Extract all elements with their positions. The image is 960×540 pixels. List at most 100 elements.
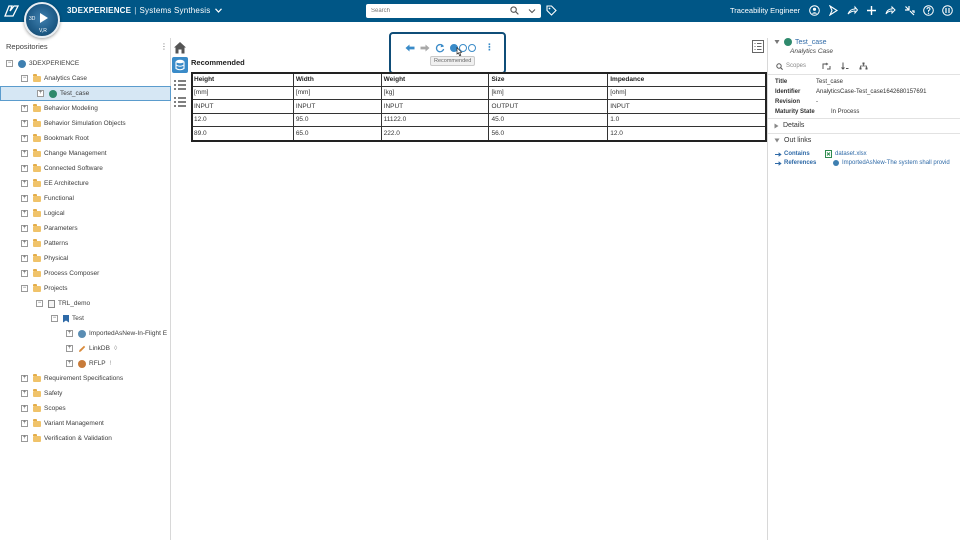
tree-item[interactable]: + EE Architecture [0,176,171,191]
tree-item[interactable]: + RFLP! [0,356,171,371]
chevron-down-icon[interactable] [528,7,536,15]
expand-icon[interactable]: + [66,330,73,337]
table-cell[interactable]: 12.0 [191,112,294,127]
table-cell[interactable]: OUTPUT [488,99,609,114]
refresh-icon[interactable] [435,43,445,53]
relations-icon[interactable] [822,62,831,70]
help-icon[interactable] [922,4,935,17]
tree-item[interactable]: + Behavior Simulation Objects [0,116,171,131]
table-cell[interactable]: [kg] [380,85,490,100]
expand-icon[interactable]: + [21,165,28,172]
column-header[interactable]: Weight [380,72,490,87]
collapse-icon[interactable]: − [51,315,58,322]
forward-arrow-icon[interactable] [420,43,430,53]
collapse-triangle-icon[interactable] [774,39,780,45]
more-options-icon[interactable]: ⋮ [160,42,168,51]
tree-item[interactable]: + Verification & Validation [0,431,171,446]
property-value[interactable]: In Process [831,109,859,115]
expand-icon[interactable]: + [21,135,28,142]
tree-item[interactable]: + Behavior Modeling [0,101,171,116]
collapse-icon[interactable]: − [6,60,13,67]
tag-icon[interactable] [546,5,557,16]
table-cell[interactable]: 65.0 [292,126,382,141]
expand-icon[interactable]: + [21,270,28,277]
expand-icon[interactable]: + [21,405,28,412]
scopes-button[interactable]: Scopes [776,62,812,70]
expand-icon[interactable]: + [21,375,28,382]
table-cell[interactable]: 1.0 [607,112,767,127]
send-arrow-icon[interactable] [884,4,897,17]
table-cell[interactable]: [mm] [191,85,294,100]
tree-item[interactable]: + Change Management [0,146,171,161]
tree-item[interactable]: + Logical [0,206,171,221]
more-options-icon[interactable]: ⋮ [485,42,494,53]
object-title[interactable]: Test_case [795,39,827,46]
view-dot-3[interactable] [468,43,476,52]
tree-item[interactable]: + Process Composer [0,266,171,281]
tree-item[interactable]: + ImportedAsNew-In-Flight E [0,326,171,341]
expand-icon[interactable]: + [21,120,28,127]
tree-item[interactable]: + Safety [0,386,171,401]
table-cell[interactable]: [mm] [292,85,382,100]
expand-icon[interactable]: + [21,180,28,187]
tree-item[interactable]: − Test [0,311,171,326]
tree-item[interactable]: + Physical [0,251,171,266]
settings-icon[interactable] [941,4,954,17]
app-brand[interactable]: 3DEXPERIENCE | Systems Synthesis [67,6,222,15]
share-icon[interactable] [827,4,840,17]
expand-icon[interactable]: + [21,390,28,397]
table-cell[interactable]: INPUT [292,99,382,114]
expand-icon[interactable]: + [21,195,28,202]
hierarchy-icon[interactable] [859,62,868,70]
table-cell[interactable]: 45.0 [488,112,609,127]
tree-item[interactable]: + Test_case [0,86,171,101]
tree-item[interactable]: + Functional [0,191,171,206]
tools-icon[interactable] [903,4,916,17]
tree-item[interactable]: − 3DEXPERIENCE [0,56,171,71]
home-icon[interactable] [172,39,188,55]
compass-button[interactable]: 3D V,R [24,2,60,38]
tree-item[interactable]: − TRL_demo [0,296,171,311]
expand-icon[interactable]: + [21,240,28,247]
tree-item[interactable]: + Bookmark Root [0,131,171,146]
column-header[interactable]: Width [292,72,382,87]
table-cell[interactable]: INPUT [191,99,294,114]
expand-icon[interactable]: + [37,90,44,97]
table-cell[interactable]: [km] [488,85,609,100]
tree-item[interactable]: − Analytics Case [0,71,171,86]
user-role[interactable]: Traceability Engineer [730,6,800,15]
details-list-icon[interactable] [752,40,764,53]
table-cell[interactable]: 89.0 [191,126,294,141]
collapse-icon[interactable]: − [21,285,28,292]
collapse-icon[interactable]: − [21,75,28,82]
property-value[interactable]: Test_case [816,79,843,85]
search-input[interactable] [366,8,506,14]
expand-icon[interactable]: + [21,150,28,157]
link-value[interactable]: dataset.xlsx [825,150,867,158]
column-header[interactable]: Impedance [607,72,767,87]
back-arrow-icon[interactable] [405,43,415,53]
expand-icon[interactable]: + [21,105,28,112]
column-header[interactable]: Height [191,72,294,87]
tree-item[interactable]: + Requirement Specifications [0,371,171,386]
link-value[interactable]: ImportedAsNew-The system shall provid [833,160,950,166]
database-icon[interactable] [172,57,188,73]
expand-icon[interactable]: + [66,360,73,367]
tree-item[interactable]: − Projects [0,281,171,296]
column-header[interactable]: Size [488,72,609,87]
collapse-icon[interactable]: − [36,300,43,307]
expand-icon[interactable]: + [21,255,28,262]
expand-icon[interactable]: + [21,225,28,232]
tree-item[interactable]: + Patterns [0,236,171,251]
table-cell[interactable]: [ohm] [607,85,767,100]
details-section-header[interactable]: Details [774,122,804,129]
sort-icon[interactable] [841,62,849,70]
table-cell[interactable]: 11122.0 [380,112,490,127]
add-icon[interactable] [865,4,878,17]
expand-icon[interactable]: + [21,435,28,442]
list-detail-icon[interactable] [172,94,188,110]
search-icon[interactable] [510,6,519,15]
outlinks-section-header[interactable]: Out links [774,137,811,144]
expand-icon[interactable]: + [21,420,28,427]
user-profile-icon[interactable] [808,4,821,17]
